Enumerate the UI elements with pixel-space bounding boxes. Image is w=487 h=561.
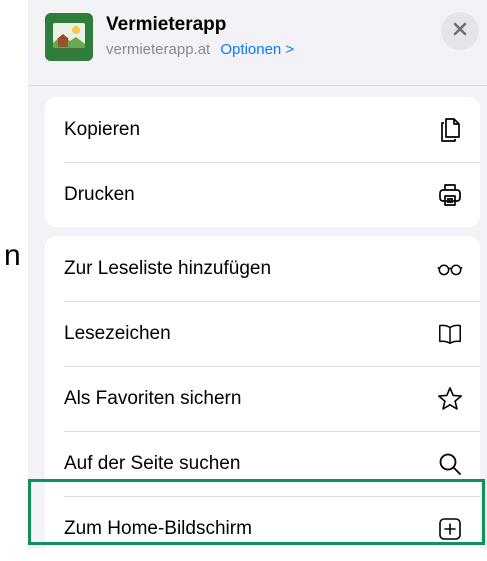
- printer-icon: [437, 182, 463, 208]
- share-sheet: Vermieterapp vermieterapp.at Optionen > …: [28, 0, 487, 561]
- action-print[interactable]: Drucken: [45, 162, 480, 227]
- action-bookmark[interactable]: Lesezeichen: [45, 301, 480, 366]
- action-label: Als Favoriten sichern: [64, 387, 242, 409]
- action-group-1: Kopieren Drucken: [45, 97, 480, 227]
- background-page-text: n: [4, 239, 21, 272]
- star-icon: [437, 386, 463, 412]
- close-button[interactable]: [441, 12, 479, 50]
- highlight-annotation-box: [28, 479, 485, 545]
- search-icon: [437, 451, 463, 477]
- action-label: Drucken: [64, 183, 135, 205]
- action-add-to-reading-list[interactable]: Zur Leseliste hinzufügen: [45, 236, 480, 301]
- copy-icon: [437, 117, 463, 143]
- close-icon: [452, 21, 468, 42]
- action-copy[interactable]: Kopieren: [45, 97, 480, 162]
- glasses-icon: [437, 256, 463, 282]
- app-url-line: vermieterapp.at Optionen >: [106, 41, 294, 58]
- share-sheet-header: Vermieterapp vermieterapp.at Optionen >: [28, 0, 487, 86]
- action-label: Auf der Seite suchen: [64, 452, 241, 474]
- app-name: Vermieterapp: [106, 14, 227, 35]
- action-label: Lesezeichen: [64, 322, 171, 344]
- app-url: vermieterapp.at: [106, 41, 211, 58]
- action-label: Kopieren: [64, 118, 141, 140]
- app-logo: [45, 13, 93, 61]
- options-link[interactable]: Optionen >: [220, 41, 294, 58]
- action-label: Zur Leseliste hinzufügen: [64, 257, 272, 279]
- action-add-favorite[interactable]: Als Favoriten sichern: [45, 366, 480, 431]
- book-icon: [437, 321, 463, 347]
